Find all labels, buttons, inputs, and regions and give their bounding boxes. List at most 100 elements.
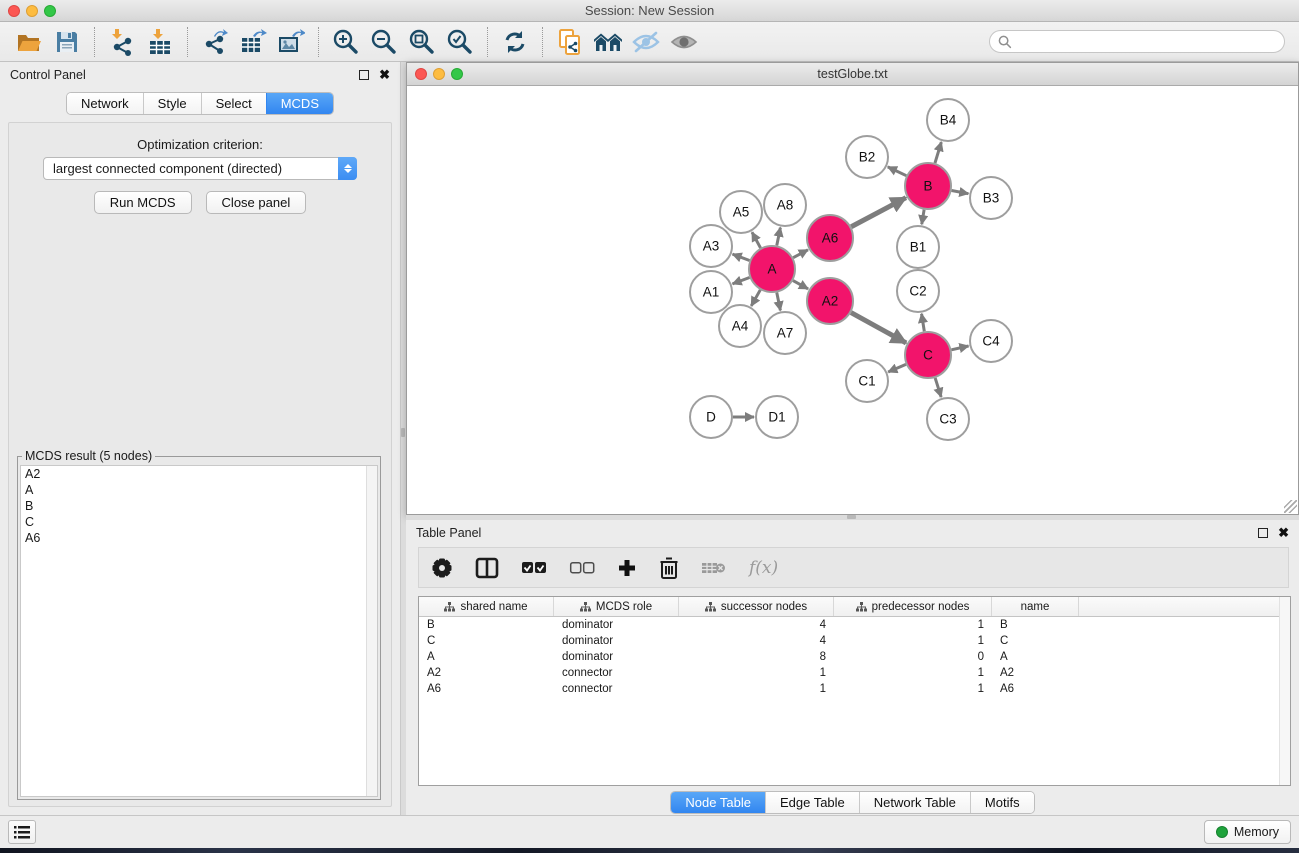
graph-edge-A-A3[interactable] bbox=[733, 254, 750, 260]
result-list-item[interactable]: A bbox=[21, 482, 377, 498]
graph-edge-A-A1[interactable] bbox=[733, 277, 750, 283]
table-tab-motifs[interactable]: Motifs bbox=[970, 792, 1034, 813]
tab-style[interactable]: Style bbox=[143, 93, 201, 114]
table-scrollbar[interactable] bbox=[1279, 597, 1290, 785]
result-list-item[interactable]: A6 bbox=[21, 530, 377, 546]
graph-edge-C-C2[interactable] bbox=[922, 314, 925, 332]
cell-mcds_role[interactable]: dominator bbox=[554, 651, 679, 663]
cell-successor[interactable]: 1 bbox=[679, 683, 834, 695]
cell-predecessor[interactable]: 1 bbox=[834, 683, 992, 695]
cell-predecessor[interactable]: 0 bbox=[834, 651, 992, 663]
graph-edge-A-A7[interactable] bbox=[777, 293, 781, 311]
search-box[interactable] bbox=[989, 30, 1285, 53]
function-builder-icon[interactable]: f(x) bbox=[749, 558, 778, 578]
graph-edge-B-B1[interactable] bbox=[922, 210, 924, 225]
table-row[interactable]: A2connector11A2 bbox=[419, 665, 1290, 681]
network-canvas[interactable]: AA1A2A3A4A5A6A7A8BB1B2B3B4CC1C2C3C4DD1 bbox=[407, 86, 1298, 514]
result-list-item[interactable]: C bbox=[21, 514, 377, 530]
add-column-icon[interactable] bbox=[617, 558, 637, 578]
cell-name[interactable]: A6 bbox=[992, 683, 1079, 695]
graph-edge-B-B2[interactable] bbox=[888, 167, 907, 176]
open-session-icon[interactable] bbox=[12, 26, 46, 58]
delete-column-icon[interactable] bbox=[659, 557, 679, 579]
cell-name[interactable]: B bbox=[992, 619, 1079, 631]
tab-network[interactable]: Network bbox=[67, 93, 143, 114]
cell-name[interactable]: A bbox=[992, 651, 1079, 663]
cell-predecessor[interactable]: 1 bbox=[834, 635, 992, 647]
graph-edge-C-C1[interactable] bbox=[888, 364, 906, 372]
graph-edge-C-C3[interactable] bbox=[935, 378, 941, 397]
result-list-item[interactable]: A2 bbox=[21, 466, 377, 482]
float-table-panel-icon[interactable] bbox=[1258, 528, 1268, 538]
cell-mcds_role[interactable]: connector bbox=[554, 667, 679, 679]
cell-name[interactable]: A2 bbox=[992, 667, 1079, 679]
deselect-all-icon[interactable] bbox=[569, 561, 595, 575]
column-header-mcds_role[interactable]: MCDS role bbox=[554, 597, 679, 616]
export-image-icon[interactable] bbox=[274, 26, 308, 58]
memory-button[interactable]: Memory bbox=[1204, 820, 1291, 844]
cell-mcds_role[interactable]: dominator bbox=[554, 619, 679, 631]
zoom-out-icon[interactable] bbox=[367, 26, 401, 58]
show-all-icon[interactable] bbox=[667, 26, 701, 58]
delete-table-icon[interactable] bbox=[701, 560, 727, 576]
cell-shared_name[interactable]: A2 bbox=[419, 667, 554, 679]
refresh-icon[interactable] bbox=[498, 26, 532, 58]
graph-edge-A-A6[interactable] bbox=[793, 250, 808, 258]
import-network-icon[interactable] bbox=[105, 26, 139, 58]
cell-successor[interactable]: 1 bbox=[679, 667, 834, 679]
window-resize-grip[interactable] bbox=[1284, 500, 1297, 513]
cell-shared_name[interactable]: B bbox=[419, 619, 554, 631]
criterion-select[interactable]: largest connected component (directed) bbox=[43, 157, 357, 180]
graph-edge-A-A2[interactable] bbox=[793, 281, 808, 289]
task-history-button[interactable] bbox=[8, 820, 36, 844]
graph-edge-A-A4[interactable] bbox=[751, 290, 760, 306]
select-all-icon[interactable] bbox=[521, 561, 547, 575]
gear-icon[interactable] bbox=[431, 557, 453, 579]
cell-shared_name[interactable]: C bbox=[419, 635, 554, 647]
result-list-item[interactable]: B bbox=[21, 498, 377, 514]
tab-mcds[interactable]: MCDS bbox=[266, 93, 333, 114]
cell-shared_name[interactable]: A6 bbox=[419, 683, 554, 695]
network-window-titlebar[interactable]: testGlobe.txt bbox=[407, 63, 1298, 86]
column-header-name[interactable]: name bbox=[992, 597, 1079, 616]
table-tab-node-table[interactable]: Node Table bbox=[671, 792, 765, 813]
search-input[interactable] bbox=[1017, 35, 1284, 49]
column-header-predecessor[interactable]: predecessor nodes bbox=[834, 597, 992, 616]
close-table-panel-icon[interactable]: ✖ bbox=[1278, 528, 1289, 538]
graph-edge-A-A8[interactable] bbox=[777, 228, 781, 246]
export-network-icon[interactable] bbox=[198, 26, 232, 58]
cell-successor[interactable]: 4 bbox=[679, 635, 834, 647]
cell-predecessor[interactable]: 1 bbox=[834, 619, 992, 631]
table-tab-network-table[interactable]: Network Table bbox=[859, 792, 970, 813]
import-table-icon[interactable] bbox=[143, 26, 177, 58]
graph-edge-A6-B[interactable] bbox=[851, 198, 906, 227]
table-row[interactable]: Cdominator41C bbox=[419, 633, 1290, 649]
graph-edge-A-A5[interactable] bbox=[752, 232, 761, 248]
close-panel-button[interactable]: Close panel bbox=[206, 191, 307, 214]
cell-mcds_role[interactable]: connector bbox=[554, 683, 679, 695]
home-icon[interactable] bbox=[591, 26, 625, 58]
save-session-icon[interactable] bbox=[50, 26, 84, 58]
cell-successor[interactable]: 8 bbox=[679, 651, 834, 663]
cell-name[interactable]: C bbox=[992, 635, 1079, 647]
cell-predecessor[interactable]: 1 bbox=[834, 667, 992, 679]
table-tab-edge-table[interactable]: Edge Table bbox=[765, 792, 859, 813]
result-list-scrollbar[interactable] bbox=[366, 466, 377, 796]
graph-edge-B-B4[interactable] bbox=[935, 142, 941, 163]
graph-edge-B-B3[interactable] bbox=[952, 190, 969, 193]
table-row[interactable]: Bdominator41B bbox=[419, 617, 1290, 633]
zoom-fit-icon[interactable] bbox=[405, 26, 439, 58]
export-table-icon[interactable] bbox=[236, 26, 270, 58]
graph-edge-A2-C[interactable] bbox=[851, 313, 906, 343]
cell-mcds_role[interactable]: dominator bbox=[554, 635, 679, 647]
table-row[interactable]: Adominator80A bbox=[419, 649, 1290, 665]
table-row[interactable]: A6connector11A6 bbox=[419, 681, 1290, 697]
mcds-result-list[interactable]: A2ABCA6 bbox=[20, 465, 378, 797]
node-table[interactable]: shared nameMCDS rolesuccessor nodesprede… bbox=[418, 596, 1291, 786]
zoom-selected-icon[interactable] bbox=[443, 26, 477, 58]
hide-selected-icon[interactable] bbox=[629, 26, 663, 58]
cell-successor[interactable]: 4 bbox=[679, 619, 834, 631]
graph-edge-C-C4[interactable] bbox=[951, 346, 968, 350]
run-mcds-button[interactable]: Run MCDS bbox=[94, 191, 192, 214]
float-panel-icon[interactable] bbox=[359, 70, 369, 80]
